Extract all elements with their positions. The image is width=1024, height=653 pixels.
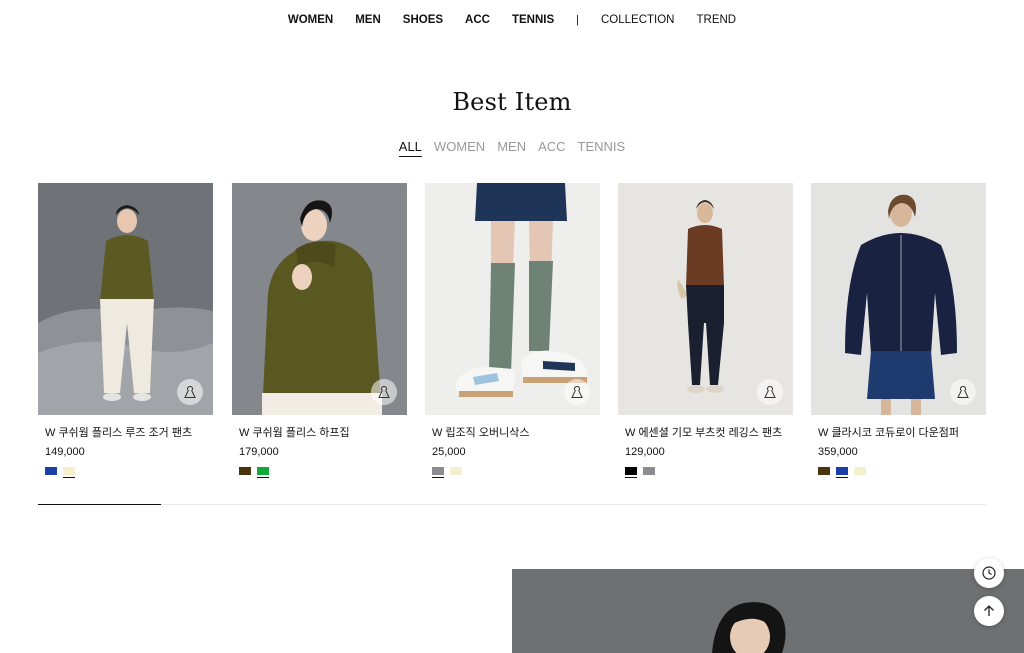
shopping-bag-icon xyxy=(571,385,583,398)
product-name[interactable]: W 에센셜 기모 부츠컷 레깅스 팬츠 xyxy=(618,424,793,440)
product-card[interactable]: W 에센셜 기모 부츠컷 레깅스 팬츠 129,000 xyxy=(618,183,793,478)
add-to-cart-button[interactable] xyxy=(950,379,976,405)
tab-all[interactable]: ALL xyxy=(398,139,422,157)
color-swatch[interactable] xyxy=(63,467,75,478)
color-swatches xyxy=(618,467,793,478)
tab-women[interactable]: WOMEN xyxy=(434,139,485,157)
product-photo[interactable] xyxy=(38,183,213,415)
top-nav: WOMEN MEN SHOES ACC TENNIS | COLLECTION … xyxy=(0,0,1024,40)
color-swatch[interactable] xyxy=(45,467,57,475)
color-swatches xyxy=(425,467,600,478)
color-swatches xyxy=(811,467,986,478)
product-photo[interactable] xyxy=(425,183,600,415)
color-swatch[interactable] xyxy=(450,467,462,475)
nav-collection[interactable]: COLLECTION xyxy=(601,14,675,26)
product-card[interactable]: W 클라시코 코듀로이 다운점퍼 359,000 xyxy=(811,183,986,478)
shopping-bag-icon xyxy=(378,385,390,398)
nav-trend[interactable]: TREND xyxy=(697,14,737,26)
product-photo[interactable] xyxy=(618,183,793,415)
color-swatch[interactable] xyxy=(643,467,655,475)
add-to-cart-button[interactable] xyxy=(371,379,397,405)
shopping-bag-icon xyxy=(764,385,776,398)
product-price: 25,000 xyxy=(432,446,466,458)
product-name[interactable]: W 클라시코 코듀로이 다운점퍼 xyxy=(811,424,986,440)
tab-men[interactable]: MEN xyxy=(497,139,526,157)
carousel-scrollbar-thumb[interactable] xyxy=(38,504,162,505)
add-to-cart-button[interactable] xyxy=(757,379,783,405)
color-swatches xyxy=(38,467,213,478)
clock-icon xyxy=(982,566,996,580)
recent-viewed-button[interactable] xyxy=(974,558,1004,588)
product-name[interactable]: W 립조직 오버니삭스 xyxy=(425,424,600,440)
promo-banner-image[interactable] xyxy=(512,569,1024,653)
tab-acc[interactable]: ACC xyxy=(538,139,565,157)
product-price: 129,000 xyxy=(625,446,665,458)
add-to-cart-button[interactable] xyxy=(564,379,590,405)
nav-men[interactable]: MEN xyxy=(355,14,381,26)
product-name[interactable]: W 쿠쉬웜 플리스 루즈 조거 팬츠 xyxy=(38,424,213,440)
nav-tennis[interactable]: TENNIS xyxy=(512,14,554,26)
color-swatches xyxy=(232,467,407,478)
product-price: 359,000 xyxy=(818,446,858,458)
product-photo[interactable] xyxy=(811,183,986,415)
best-item-tabs: ALL WOMEN MEN ACC TENNIS xyxy=(0,139,1024,157)
shopping-bag-icon xyxy=(184,385,196,398)
product-name[interactable]: W 쿠쉬웜 플리스 하프집 xyxy=(232,424,407,440)
nav-acc[interactable]: ACC xyxy=(465,14,490,26)
color-swatch[interactable] xyxy=(239,467,251,475)
product-price: 149,000 xyxy=(45,446,85,458)
nav-women[interactable]: WOMEN xyxy=(288,14,333,26)
nav-shoes[interactable]: SHOES xyxy=(403,14,443,26)
color-swatch[interactable] xyxy=(432,467,444,478)
arrow-up-icon xyxy=(984,605,994,616)
tab-tennis[interactable]: TENNIS xyxy=(578,139,626,157)
product-card[interactable]: W 쿠쉬웜 플리스 하프집 179,000 xyxy=(232,183,407,478)
color-swatch[interactable] xyxy=(818,467,830,475)
product-photo[interactable] xyxy=(232,183,407,415)
nav-separator: | xyxy=(576,14,579,26)
scroll-to-top-button[interactable] xyxy=(974,596,1004,626)
product-card[interactable]: W 립조직 오버니삭스 25,000 xyxy=(425,183,600,478)
product-card[interactable]: W 쿠쉬웜 플리스 루즈 조거 팬츠 149,000 xyxy=(38,183,213,478)
product-price: 179,000 xyxy=(239,446,279,458)
color-swatch[interactable] xyxy=(625,467,637,478)
carousel-scrollbar[interactable] xyxy=(38,504,986,505)
color-swatch[interactable] xyxy=(854,467,866,475)
product-carousel: W 쿠쉬웜 플리스 루즈 조거 팬츠 149,000 W 쿠쉬웜 플리스 하프집… xyxy=(38,183,986,483)
color-swatch[interactable] xyxy=(257,467,269,478)
shopping-bag-icon xyxy=(957,385,969,398)
add-to-cart-button[interactable] xyxy=(177,379,203,405)
banner-photo-illustration xyxy=(512,569,1024,653)
color-swatch[interactable] xyxy=(836,467,848,478)
best-item-title: Best Item xyxy=(452,88,572,116)
